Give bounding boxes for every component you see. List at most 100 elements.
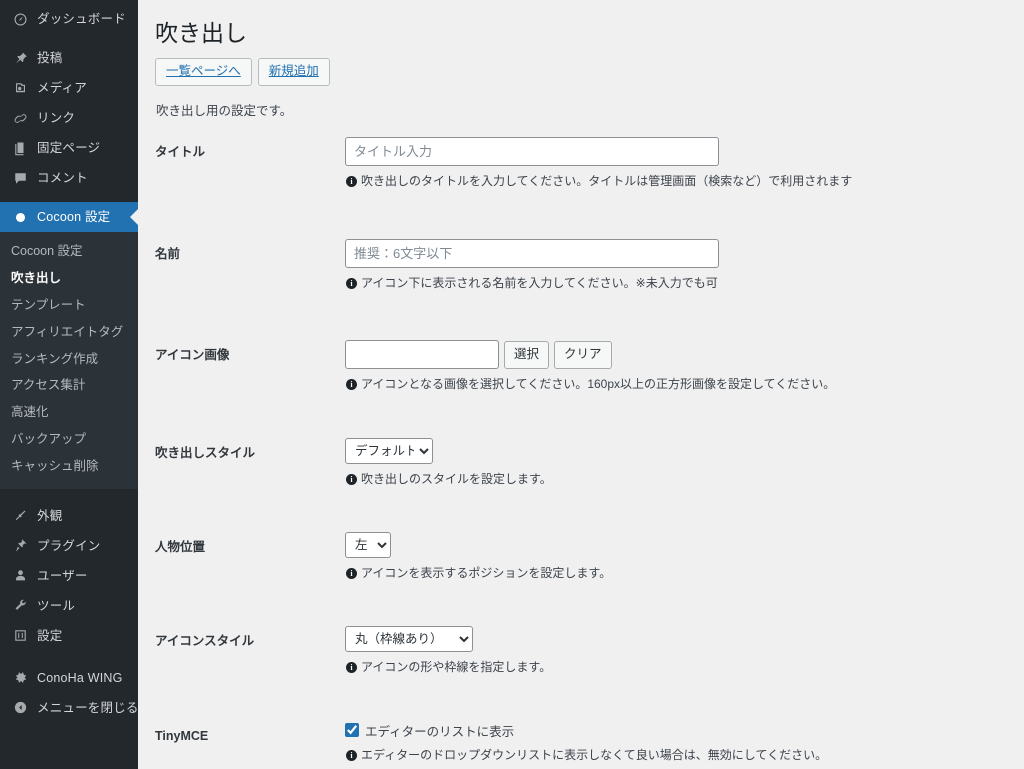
submenu-item-cocoon-settings[interactable]: Cocoon 設定 <box>0 238 138 265</box>
plugin-icon <box>10 538 30 553</box>
tools-icon <box>10 598 30 613</box>
sidebar-item-label: 外観 <box>37 508 63 523</box>
submenu-item-ranking[interactable]: ランキング作成 <box>0 346 138 373</box>
hint-text: アイコンとなる画像を選択してください。160px以上の正方形画像を設定してくださ… <box>361 377 836 392</box>
form-row-icon-style: アイコンスタイル 丸（枠線あり） i アイコンの形や枠線を指定します。 <box>155 626 1004 676</box>
icon-image-input[interactable] <box>345 340 499 370</box>
sidebar-item-plugins[interactable]: プラグイン <box>0 531 138 561</box>
page-title: 吹き出し <box>155 20 247 46</box>
sidebar-item-comments[interactable]: コメント <box>0 163 138 193</box>
submenu-item-access-analytics[interactable]: アクセス集計 <box>0 372 138 399</box>
submenu-item-cache-clear[interactable]: キャッシュ削除 <box>0 453 138 480</box>
sidebar-item-links[interactable]: リンク <box>0 103 138 133</box>
page-description: 吹き出し用の設定です。 <box>156 104 293 119</box>
collapse-icon <box>10 700 30 715</box>
field-hint-icon-style: i アイコンの形や枠線を指定します。 <box>346 659 1004 676</box>
form-row-person-position: 人物位置 左 i アイコンを表示するポジションを設定します。 <box>155 531 1004 582</box>
hint-text: アイコンを表示するポジションを設定します。 <box>361 565 612 580</box>
tinymce-checkbox-label: エディターのリストに表示 <box>365 724 515 739</box>
form-row-tinymce: TinyMCE エディターのリストに表示 i エディターのドロップダウンリストに… <box>155 721 1004 764</box>
info-icon: i <box>346 662 357 674</box>
info-icon: i <box>346 473 357 485</box>
sidebar-item-pages[interactable]: 固定ページ <box>0 133 138 163</box>
form-row-icon-image: アイコン画像 選択 クリア i アイコンとなる画像を選択してください。160px… <box>155 340 1004 393</box>
media-icon <box>10 81 30 96</box>
info-icon: i <box>346 277 357 289</box>
sidebar-item-users[interactable]: ユーザー <box>0 561 138 591</box>
title-input[interactable] <box>345 137 719 167</box>
sidebar-item-label: プラグイン <box>37 538 101 553</box>
comment-icon <box>10 171 30 186</box>
submenu-item-template[interactable]: テンプレート <box>0 292 138 319</box>
hint-text: アイコン下に表示される名前を入力してください。※未入力でも可 <box>361 275 718 290</box>
field-hint-person-position: i アイコンを表示するポジションを設定します。 <box>346 565 1004 582</box>
field-label-icon-image: アイコン画像 <box>155 348 230 363</box>
sidebar-item-appearance[interactable]: 外観 <box>0 501 138 531</box>
sidebar-item-label: ユーザー <box>37 568 88 583</box>
dashboard-icon <box>10 12 30 27</box>
sidebar-item-cocoon-settings[interactable]: Cocoon 設定 <box>0 202 138 232</box>
appearance-icon <box>10 508 30 523</box>
hint-text: エディターのドロップダウンリストに表示しなくて良い場合は、無効にしてください。 <box>361 747 828 762</box>
sidebar-item-label: Cocoon 設定 <box>37 209 111 224</box>
submenu-item-balloon[interactable]: 吹き出し <box>0 265 138 292</box>
submenu-item-speedup[interactable]: 高速化 <box>0 399 138 426</box>
form-row-name: 名前 i アイコン下に表示される名前を入力してください。※未入力でも可 <box>155 238 1004 292</box>
tinymce-checkbox[interactable] <box>345 723 359 738</box>
sidebar-item-label: コメント <box>37 170 88 185</box>
field-hint-title: i 吹き出しのタイトルを入力してください。タイトルは管理画面（検索など）で利用さ… <box>346 173 1004 190</box>
name-input[interactable] <box>345 238 719 268</box>
form-row-balloon-style: 吹き出しスタイル デフォルト i 吹き出しのスタイルを設定します。 <box>155 437 1004 488</box>
sidebar-item-dashboard[interactable]: ダッシュボード <box>0 4 138 34</box>
clear-image-button[interactable]: クリア <box>554 340 612 369</box>
sidebar-collapse-button[interactable]: メニューを閉じる <box>0 693 138 723</box>
field-label-icon-style: アイコンスタイル <box>155 634 255 649</box>
icon-style-select[interactable]: 丸（枠線あり） <box>345 626 473 653</box>
gear-icon <box>10 670 30 685</box>
sidebar-item-posts[interactable]: 投稿 <box>0 43 138 73</box>
field-hint-icon-image: i アイコンとなる画像を選択してください。160px以上の正方形画像を設定してく… <box>346 376 1004 393</box>
admin-sidebar: ダッシュボード 投稿 メディア リンク 固定ページ コメント Cocoon 設定… <box>0 0 138 769</box>
page-icon <box>10 141 30 156</box>
hint-text: 吹き出しのタイトルを入力してください。タイトルは管理画面（検索など）で利用されま… <box>361 174 853 189</box>
admin-screen: ダッシュボード 投稿 メディア リンク 固定ページ コメント Cocoon 設定… <box>0 0 1024 769</box>
sidebar-item-label: ダッシュボード <box>37 11 126 26</box>
submenu-item-backup[interactable]: バックアップ <box>0 426 138 453</box>
user-icon <box>10 568 30 583</box>
main-content: 吹き出し 一覧ページへ 新規追加 吹き出し用の設定です。 タイトル i 吹き出し… <box>138 0 1024 769</box>
info-icon: i <box>346 749 357 761</box>
balloon-style-select[interactable]: デフォルト <box>345 437 433 464</box>
add-new-button[interactable]: 新規追加 <box>257 57 330 87</box>
field-hint-name: i アイコン下に表示される名前を入力してください。※未入力でも可 <box>346 275 1004 292</box>
info-icon: i <box>346 567 357 579</box>
sidebar-item-label: メニューを閉じる <box>37 700 138 715</box>
person-position-select[interactable]: 左 <box>345 531 391 558</box>
form-row-title: タイトル i 吹き出しのタイトルを入力してください。タイトルは管理画面（検索など… <box>155 137 1004 190</box>
info-icon: i <box>346 379 357 391</box>
sidebar-item-label: ConoHa WING <box>37 670 123 685</box>
page-action-buttons: 一覧ページへ 新規追加 <box>155 57 1004 87</box>
field-hint-balloon-style: i 吹き出しのスタイルを設定します。 <box>346 471 1004 488</box>
sidebar-item-media[interactable]: メディア <box>0 73 138 103</box>
field-label-title: タイトル <box>155 145 206 160</box>
link-icon <box>10 111 30 126</box>
sidebar-item-label: 設定 <box>37 628 63 643</box>
submenu-item-affiliate-tag[interactable]: アフィリエイトタグ <box>0 319 138 346</box>
sidebar-submenu-cocoon: Cocoon 設定 吹き出し テンプレート アフィリエイトタグ ランキング作成 … <box>0 232 138 489</box>
sidebar-item-label: 固定ページ <box>37 140 101 155</box>
list-page-button[interactable]: 一覧ページへ <box>155 57 252 87</box>
field-label-person-position: 人物位置 <box>155 539 206 554</box>
sidebar-top-menu: ダッシュボード 投稿 メディア リンク 固定ページ コメント Cocoon 設定… <box>0 0 138 723</box>
hint-text: 吹き出しのスタイルを設定します。 <box>361 471 552 486</box>
field-label-balloon-style: 吹き出しスタイル <box>155 445 256 460</box>
info-icon: i <box>346 176 357 188</box>
sidebar-item-label: メディア <box>37 80 87 95</box>
tinymce-checkbox-row[interactable]: エディターのリストに表示 <box>345 721 1004 740</box>
select-image-button[interactable]: 選択 <box>504 340 550 369</box>
sidebar-item-settings[interactable]: 設定 <box>0 621 138 651</box>
sidebar-item-label: ツール <box>37 598 76 613</box>
sidebar-item-conoha-wing[interactable]: ConoHa WING <box>0 663 138 693</box>
field-label-tinymce: TinyMCE <box>155 728 209 743</box>
sidebar-item-tools[interactable]: ツール <box>0 591 138 621</box>
pin-icon <box>10 51 30 66</box>
